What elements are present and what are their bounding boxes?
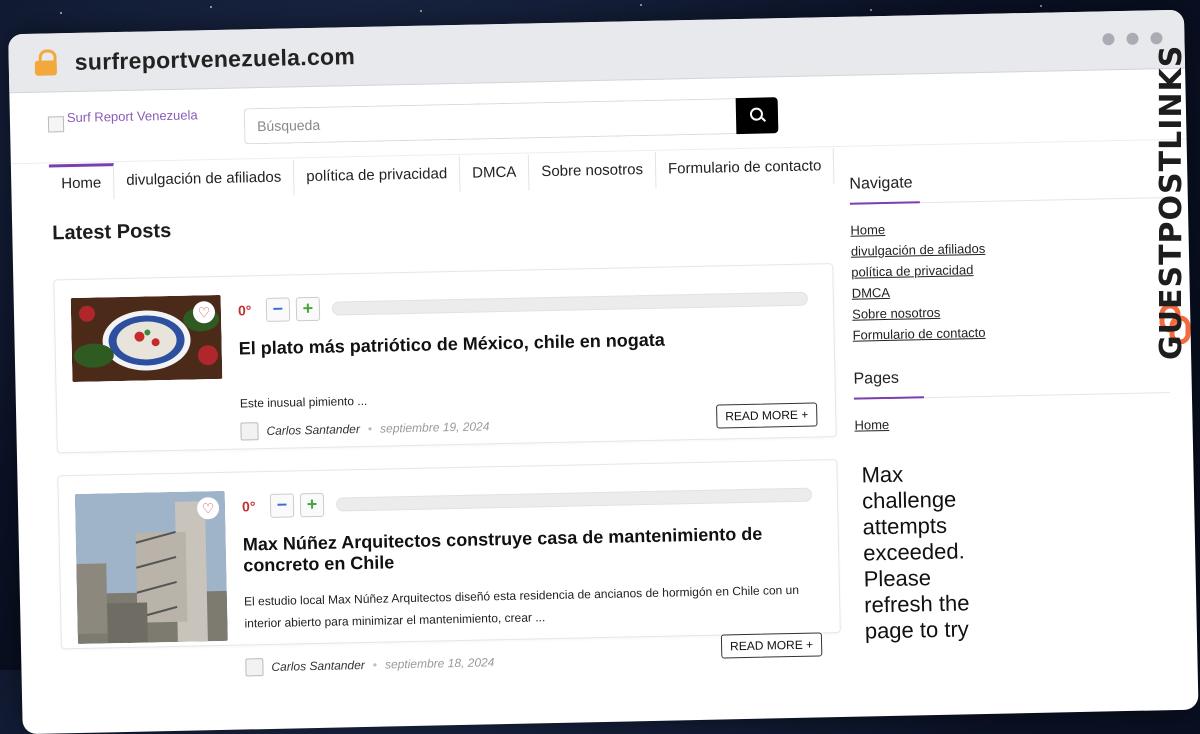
window-dot-icon <box>1150 32 1163 45</box>
vote-down-button[interactable]: − <box>265 297 291 322</box>
sidebar: Navigate Home divulgación de afiliados p… <box>849 169 1175 645</box>
vote-up-button[interactable]: + <box>299 492 325 518</box>
post-meta: Carlos Santander • septiembre 19, 2024 <box>240 417 490 441</box>
post-author[interactable]: Carlos Santander <box>266 422 360 438</box>
site-logo[interactable]: Surf Report Venezuela <box>47 107 198 133</box>
avatar <box>245 658 264 677</box>
post-date: septiembre 18, 2024 <box>384 655 495 672</box>
broken-image-icon <box>47 116 65 133</box>
window-dots <box>1102 32 1163 46</box>
vote-widget: 0° − + <box>238 287 808 323</box>
meta-separator: • <box>367 421 373 436</box>
nav-item-dmca[interactable]: DMCA <box>459 154 530 192</box>
browser-window: surfreportvenezuela.com Surf Report Vene… <box>8 9 1199 734</box>
vote-down-button[interactable]: − <box>269 493 295 518</box>
navigate-links: Home divulgación de afiliados política d… <box>850 216 1168 343</box>
post-title[interactable]: Max Núñez Arquitectos construye casa de … <box>243 522 824 576</box>
search-form <box>243 97 779 145</box>
page-content: Surf Report Venezuela Home divulgación d… <box>9 68 1198 734</box>
sidebar-link-contact[interactable]: Formulario de contacto <box>852 321 1168 343</box>
search-icon <box>749 107 764 121</box>
pages-links: Home <box>854 411 1170 433</box>
lock-icon <box>34 49 57 76</box>
navigate-widget: Navigate Home divulgación de afiliados p… <box>849 169 1168 343</box>
post-author[interactable]: Carlos Santander <box>271 658 365 674</box>
page-title: Latest Posts <box>52 219 172 245</box>
sidebar-link-pages-home[interactable]: Home <box>854 411 1170 433</box>
sidebar-link-affiliate-disclosure[interactable]: divulgación de afiliados <box>851 237 1167 259</box>
vote-count: 0° <box>237 302 252 319</box>
sidebar-link-home[interactable]: Home <box>850 216 1166 238</box>
sidebar-link-about[interactable]: Sobre nosotros <box>852 300 1168 322</box>
post-card: ♡ 0° − + Max Núñez Arquitectos construye… <box>57 459 841 677</box>
read-more-button[interactable]: READ MORE + <box>716 402 818 429</box>
avatar <box>240 422 259 441</box>
watermark-text: GUESTPOSTLINKS <box>1154 44 1189 360</box>
nav-item-contact[interactable]: Formulario de contacto <box>655 148 835 188</box>
guestpostlinks-watermark: GUESTPOSTLINKS <box>1154 44 1200 360</box>
post-excerpt: El estudio local Max Núñez Arquitectos d… <box>243 582 800 631</box>
vote-up-button[interactable]: + <box>295 296 321 322</box>
read-more-button[interactable]: READ MORE + <box>720 632 823 659</box>
window-dot-icon <box>1102 33 1115 46</box>
vote-bar <box>335 487 813 512</box>
post-title[interactable]: El plato más patriótico de México, chile… <box>239 326 819 359</box>
main-content: Latest Posts ♡ 0° − + El plato más patri… <box>52 206 841 677</box>
widget-title: Navigate <box>849 174 913 193</box>
logo-alt-text: Surf Report Venezuela <box>66 107 198 126</box>
widget-divider <box>849 197 1166 205</box>
search-input[interactable] <box>243 98 737 145</box>
vote-count: 0° <box>241 498 256 515</box>
nav-item-about[interactable]: Sobre nosotros <box>528 151 657 191</box>
vote-widget: 0° − + <box>241 483 813 519</box>
nav-item-privacy-policy[interactable]: política de privacidad <box>293 155 461 196</box>
post-date: septiembre 19, 2024 <box>379 419 490 436</box>
search-button[interactable] <box>735 97 779 135</box>
pages-widget: Pages Home <box>853 364 1170 433</box>
widget-divider <box>853 392 1170 400</box>
post-meta: Carlos Santander • septiembre 18, 2024 <box>245 653 495 677</box>
vote-bar <box>331 291 808 316</box>
sidebar-link-privacy-policy[interactable]: política de privacidad <box>851 258 1167 280</box>
sidebar-link-dmca[interactable]: DMCA <box>852 279 1168 301</box>
post-thumbnail[interactable]: ♡ <box>74 490 228 644</box>
nav-item-affiliate-disclosure[interactable]: divulgación de afiliados <box>113 159 295 200</box>
window-dot-icon <box>1126 32 1139 45</box>
url-text[interactable]: surfreportvenezuela.com <box>74 43 355 76</box>
post-thumbnail[interactable]: ♡ <box>70 294 223 383</box>
challenge-message: Max challenge attempts exceeded. Please … <box>861 461 970 644</box>
post-card: ♡ 0° − + El plato más patriótico de Méxi… <box>53 263 837 454</box>
nav-item-home[interactable]: Home <box>48 163 115 201</box>
widget-title: Pages <box>853 369 900 388</box>
